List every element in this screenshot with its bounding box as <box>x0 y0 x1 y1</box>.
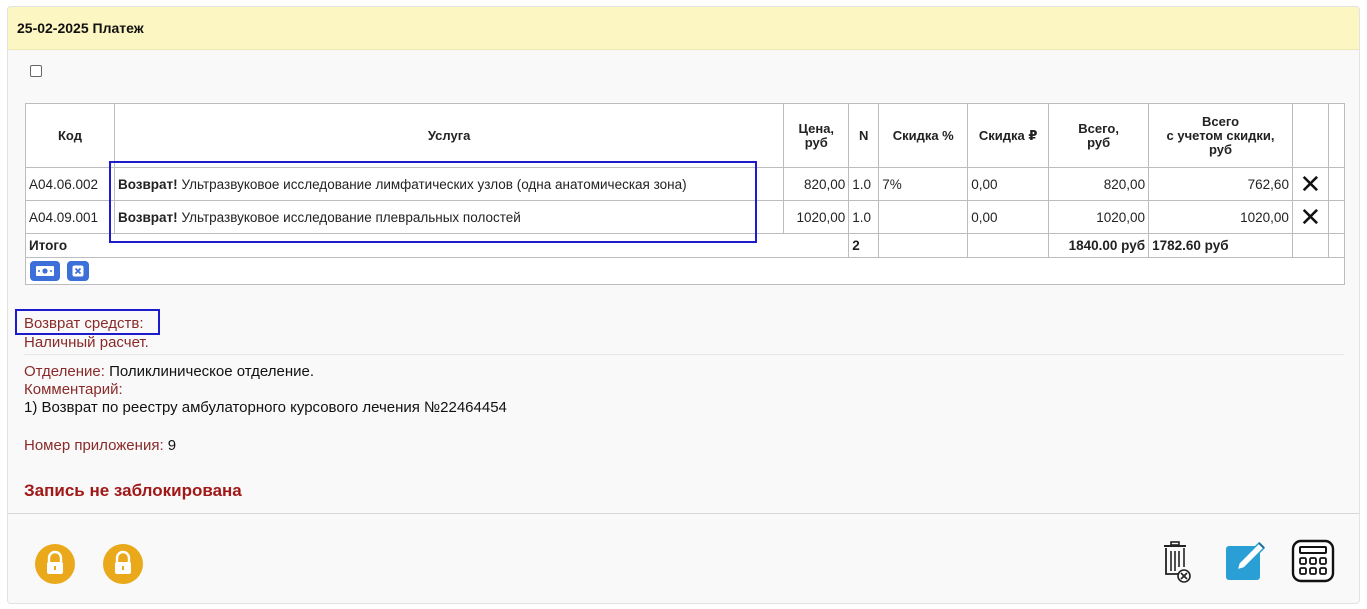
refund-method: Наличный расчет. <box>24 334 149 351</box>
totals-sum: 1840.00 руб <box>1048 233 1150 258</box>
lock-status: Запись не заблокирована <box>24 481 242 500</box>
col-price: Цена, руб <box>783 103 850 168</box>
lock-button[interactable] <box>103 544 143 584</box>
cell-total: 1020,00 <box>1048 200 1150 234</box>
totals-label: Итого <box>24 233 850 258</box>
cell-total: 820,00 <box>1048 167 1150 201</box>
lock-icon <box>115 550 131 574</box>
col-remove <box>1291 103 1329 168</box>
col-n: N <box>848 103 880 168</box>
cell-service: Возврат! Ультразвуковое исследование лим… <box>113 167 785 201</box>
comment-text: 1) Возврат по реестру амбулаторного курс… <box>24 399 507 416</box>
refund-tag: Возврат! <box>117 176 178 192</box>
col-service: Услуга <box>113 103 785 168</box>
calculator-icon <box>1291 539 1335 583</box>
edit-button[interactable] <box>1223 538 1269 587</box>
payment-header: 25-02-2025 Платеж <box>8 7 1359 50</box>
cell-discount-pct <box>878 200 969 234</box>
cell-total-discount: 1020,00 <box>1148 200 1293 234</box>
cell-extra <box>1327 167 1346 201</box>
cell-code: A04.06.002 <box>25 167 115 201</box>
trash-icon <box>1164 541 1191 583</box>
select-checkbox[interactable] <box>30 65 42 77</box>
totals-n: 2 <box>848 233 880 258</box>
refund-tag: Возврат! <box>117 209 178 225</box>
department-value: Поликлиническое отделение. <box>109 363 315 380</box>
divider <box>24 354 1344 355</box>
appendix-line: Номер приложения: 9 <box>24 437 176 454</box>
clear-icon <box>72 265 84 277</box>
payment-title: 25-02-2025 Платеж <box>17 20 144 36</box>
comment-label: Комментарий: <box>24 381 123 398</box>
col-code: Код <box>25 103 115 168</box>
cell-total-discount: 762,60 <box>1148 167 1293 201</box>
cell-extra <box>1327 200 1346 234</box>
refund-label: Возврат средств: <box>24 315 144 332</box>
col-total: Всего, руб <box>1048 103 1150 168</box>
edit-icon <box>1226 541 1266 580</box>
appendix-value: 9 <box>167 437 177 454</box>
payment-card: 25-02-2025 Платеж Код Услуга Цена, руб N … <box>7 6 1360 604</box>
cell-service: Возврат! Ультразвуковое исследование пле… <box>113 200 785 234</box>
cash-button[interactable] <box>30 261 60 281</box>
table-header-row: Код Услуга Цена, руб N Скидка % Скидка ₽ … <box>25 103 1346 168</box>
calculator-button[interactable] <box>1291 539 1335 586</box>
cell-discount-rub: 0,00 <box>967 167 1050 201</box>
table-row: A04.06.002 Возврат! Ультразвуковое иссле… <box>25 167 1346 201</box>
table-actions-row <box>25 257 1345 285</box>
col-discount-pct: Скидка % <box>878 103 969 168</box>
totals-sum-discount: 1782.60 руб <box>1148 233 1293 258</box>
col-discount-rub: Скидка ₽ <box>967 103 1050 168</box>
delete-button[interactable] <box>1160 540 1192 589</box>
clear-button[interactable] <box>66 261 89 281</box>
cell-code: A04.09.001 <box>25 200 115 234</box>
totals-row: Итого 2 1840.00 руб 1782.60 руб <box>24 233 1346 258</box>
cash-icon <box>36 266 54 277</box>
cell-n: 1.0 <box>848 200 880 234</box>
department-line: Отделение: Поликлиническое отделение. <box>24 363 314 380</box>
services-table: Код Услуга Цена, руб N Скидка % Скидка ₽ … <box>24 103 1346 285</box>
service-name: Ультразвуковое исследование плевральных … <box>181 209 521 225</box>
cell-n: 1.0 <box>848 167 880 201</box>
cell-price: 820,00 <box>783 167 850 201</box>
cell-discount-pct: 7% <box>878 167 969 201</box>
cell-discount-rub: 0,00 <box>967 200 1050 234</box>
appendix-label: Номер приложения: <box>24 437 164 454</box>
col-total-discount: Всего с учетом скидки, руб <box>1148 103 1293 168</box>
remove-row-button[interactable]: ✕ <box>1291 167 1329 201</box>
lock-icon <box>47 550 63 574</box>
remove-row-button[interactable]: ✕ <box>1291 200 1329 234</box>
footer-toolbar <box>8 513 1359 603</box>
col-extra <box>1327 103 1346 168</box>
lock-button[interactable] <box>35 544 75 584</box>
service-name: Ультразвуковое исследование лимфатически… <box>181 176 687 192</box>
cell-price: 1020,00 <box>783 200 850 234</box>
department-label: Отделение: <box>24 363 105 380</box>
table-row: A04.09.001 Возврат! Ультразвуковое иссле… <box>25 200 1346 234</box>
